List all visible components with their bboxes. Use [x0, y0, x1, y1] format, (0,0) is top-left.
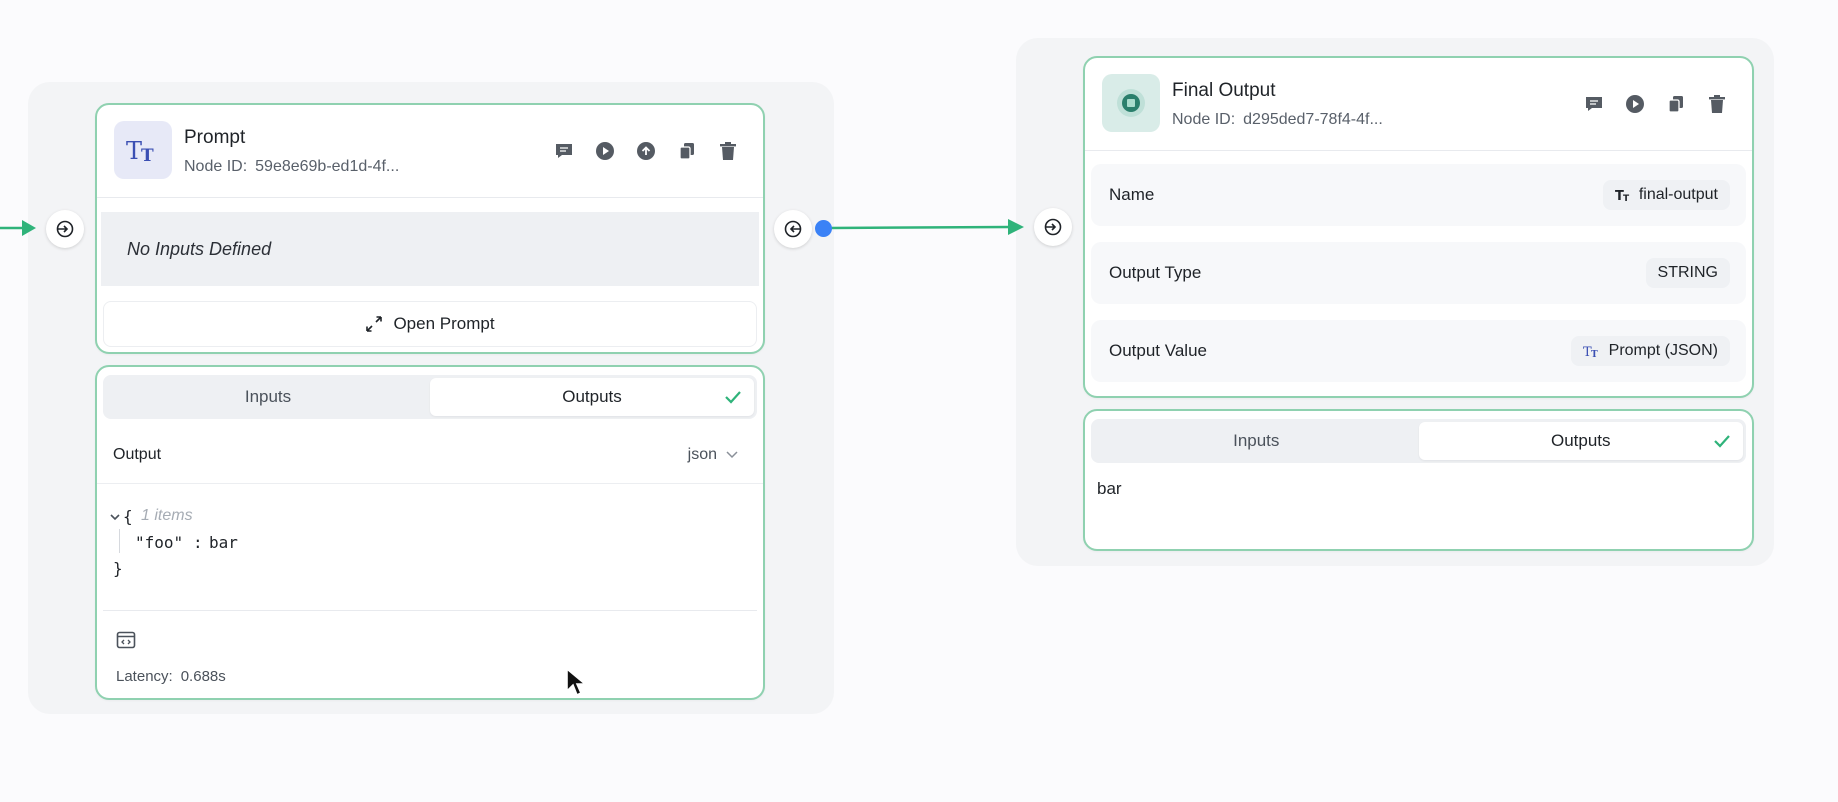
trash-icon[interactable] [1706, 93, 1728, 115]
tab-outputs[interactable]: Outputs [430, 378, 754, 416]
tab-inputs[interactable]: Inputs [1094, 422, 1419, 460]
name-value: final-output [1638, 186, 1718, 203]
open-prompt-label: Open Prompt [393, 314, 495, 333]
field-label: Name [1109, 185, 1155, 204]
check-icon [725, 391, 741, 404]
node-id: Node ID: 59e8e69b-ed1d-4f... [184, 158, 399, 176]
connection-edge [827, 219, 1024, 235]
prompt-node[interactable]: TT Prompt Node ID: 59e8e69b-ed1d-4f... No… [95, 103, 765, 354]
text-type-icon: TT [114, 121, 172, 179]
header-divider [97, 197, 763, 198]
io-tabs: Inputs Outputs [103, 375, 757, 419]
tab-outputs[interactable]: Outputs [1418, 422, 1743, 460]
comment-icon[interactable] [1583, 93, 1605, 115]
svg-text:T: T [141, 146, 154, 165]
final-node-actions [1583, 93, 1728, 115]
json-viewer: { 1 items "foo" : bar } [110, 507, 673, 587]
tab-outputs-label: Outputs [1550, 431, 1611, 450]
header-divider [1085, 150, 1752, 151]
json-divider [103, 610, 757, 611]
mouse-cursor-icon [566, 667, 587, 697]
node-title: Final Output [1172, 80, 1276, 101]
chevron-down-icon [726, 450, 738, 458]
text-type-icon: TT [1583, 345, 1598, 358]
json-colon: : [193, 533, 203, 552]
copy-icon[interactable] [1665, 93, 1687, 115]
output-type-field[interactable]: Output Type STRING [1091, 242, 1746, 304]
enter-icon [1044, 218, 1062, 236]
output-type-chip: STRING [1645, 258, 1730, 288]
no-inputs-message: No Inputs Defined [101, 212, 759, 286]
upload-icon[interactable] [635, 140, 657, 162]
text-type-icon: TT [1615, 189, 1630, 202]
prompt-output-port[interactable] [774, 210, 812, 248]
node-id-value: 59e8e69b-ed1d-4f... [255, 158, 400, 175]
final-output-panel: Inputs Outputs bar [1083, 409, 1754, 551]
latency: Latency: 0.688s [116, 668, 226, 685]
name-field[interactable]: Name TT final-output [1091, 164, 1746, 226]
comment-icon[interactable] [553, 140, 575, 162]
check-icon [1714, 435, 1730, 448]
output-format-row: Output json [97, 426, 763, 484]
json-close-brace: } [113, 559, 123, 578]
output-value-chip: TT Prompt (JSON) [1570, 336, 1730, 366]
collapse-chevron-icon[interactable] [109, 513, 121, 523]
field-label: Output Type [1109, 263, 1202, 282]
prompt-output-panel: Inputs Outputs Output json { 1 items "fo… [95, 365, 765, 700]
svg-text:T: T [1591, 350, 1598, 358]
name-chip: TT final-output [1602, 180, 1730, 210]
format-value: json [687, 445, 717, 463]
output-result: bar [1097, 479, 1122, 498]
copy-icon[interactable] [676, 140, 698, 162]
node-title: Prompt [184, 127, 246, 148]
field-label: Output Value [1109, 341, 1207, 360]
latency-value: 0.688s [180, 668, 226, 685]
prompt-node-header: TT Prompt Node ID: 59e8e69b-ed1d-4f... [97, 105, 763, 197]
node-id-label: Node ID: [1172, 111, 1236, 128]
json-key: "foo" [135, 533, 184, 552]
incoming-edge [0, 220, 36, 236]
output-label: Output [113, 445, 162, 463]
json-open-brace: { [123, 507, 133, 526]
play-icon[interactable] [1624, 93, 1646, 115]
open-prompt-button[interactable]: Open Prompt [103, 301, 757, 347]
play-icon[interactable] [594, 140, 616, 162]
svg-text:T: T [1623, 194, 1630, 202]
enter-icon [56, 220, 74, 238]
tab-inputs[interactable]: Inputs [106, 378, 430, 416]
expand-icon [366, 316, 383, 332]
tab-outputs-label: Outputs [562, 387, 622, 406]
json-tree-guide [119, 529, 120, 553]
code-view-icon[interactable] [116, 631, 136, 649]
format-select[interactable]: json [688, 446, 739, 464]
io-tabs: Inputs Outputs [1091, 419, 1746, 463]
exit-icon [784, 220, 802, 238]
final-node-header: Final Output Node ID: d295ded7-78f4-4f... [1085, 58, 1752, 150]
output-port-dot[interactable] [815, 220, 832, 237]
json-value: bar [209, 533, 238, 552]
latency-label: Latency: [116, 668, 173, 685]
final-input-port[interactable] [1034, 208, 1072, 246]
stop-node-icon [1102, 74, 1160, 132]
prompt-node-actions [553, 140, 739, 162]
final-output-node[interactable]: Final Output Node ID: d295ded7-78f4-4f...… [1083, 56, 1754, 398]
svg-text:T: T [126, 137, 142, 165]
node-id: Node ID: d295ded7-78f4-4f... [1172, 111, 1383, 129]
node-id-label: Node ID: [184, 158, 248, 175]
prompt-input-port[interactable] [46, 210, 84, 248]
json-item-count: 1 items [141, 507, 193, 524]
output-value-field[interactable]: Output Value TT Prompt (JSON) [1091, 320, 1746, 382]
trash-icon[interactable] [717, 140, 739, 162]
output-value: Prompt (JSON) [1608, 342, 1718, 359]
node-id-value: d295ded7-78f4-4f... [1243, 111, 1383, 128]
